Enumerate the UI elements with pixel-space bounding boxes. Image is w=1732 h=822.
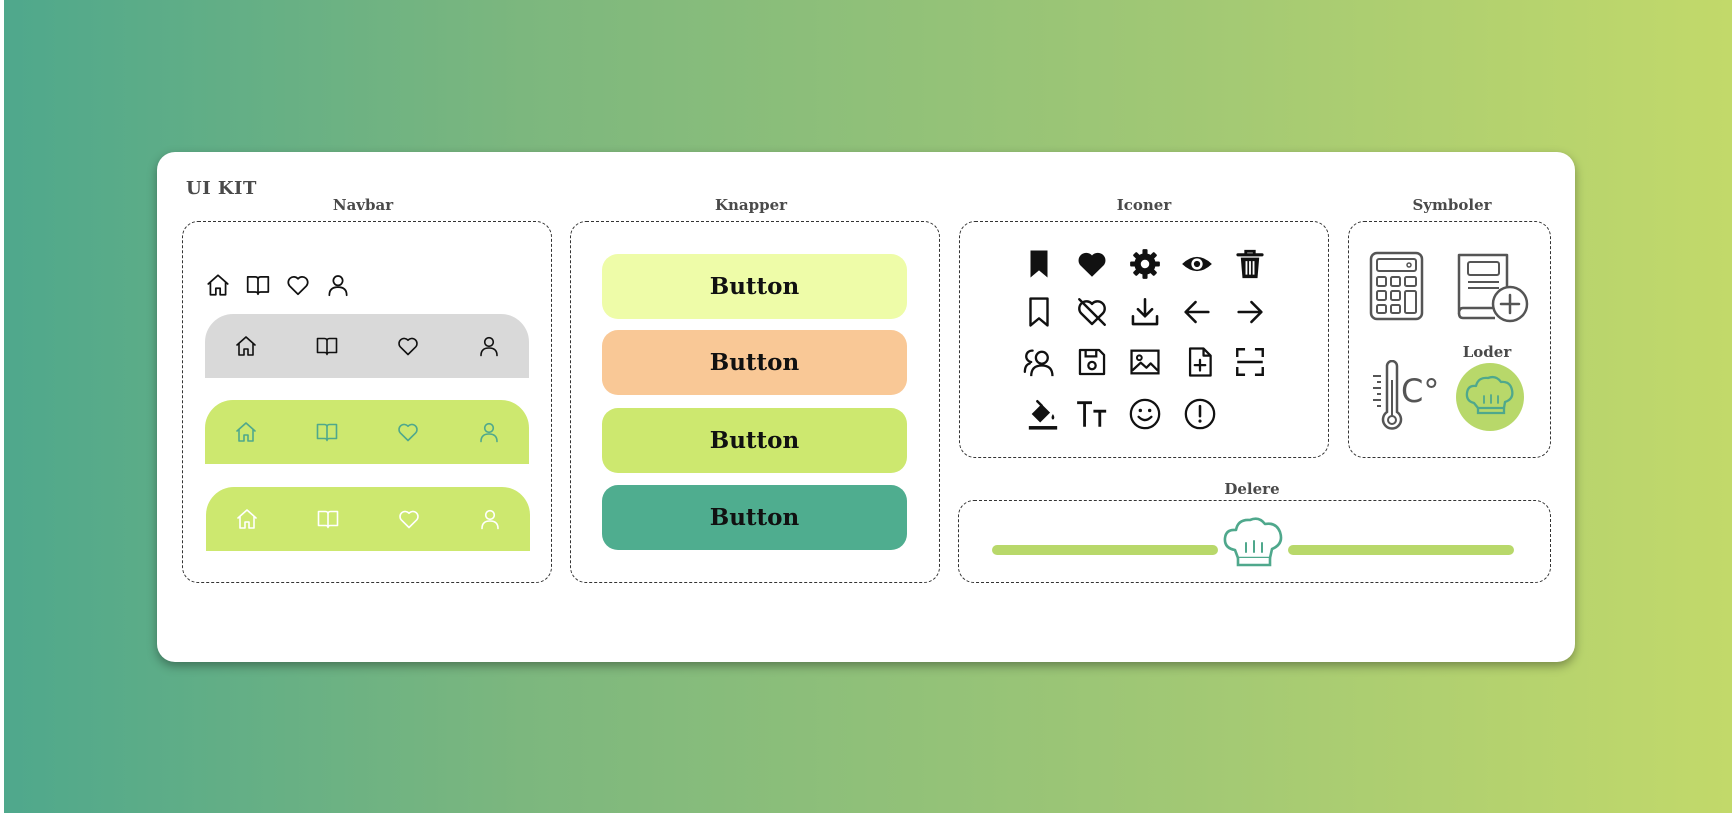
home-icon[interactable] (235, 507, 259, 531)
text-size-icon[interactable] (1075, 397, 1109, 431)
section-label-navbar: Navbar (332, 196, 394, 214)
chef-hat-icon (1465, 375, 1514, 415)
user-icon[interactable] (325, 272, 351, 298)
book-icon[interactable] (315, 420, 339, 444)
book-icon[interactable] (245, 272, 271, 298)
file-add-icon[interactable] (1183, 345, 1217, 379)
heart-off-icon[interactable] (1075, 295, 1109, 329)
heart-icon[interactable] (396, 420, 420, 444)
users-icon[interactable] (1022, 345, 1056, 379)
navbar-gray (205, 314, 529, 378)
navbar-plain (205, 272, 351, 298)
arrow-left-icon[interactable] (1180, 295, 1214, 329)
user-icon[interactable] (478, 507, 502, 531)
slider-track-left (992, 545, 1218, 555)
navbar-green-teal (205, 400, 529, 464)
temperature-unit: C° (1401, 372, 1440, 410)
button-peach[interactable]: Button (602, 330, 907, 395)
scan-icon[interactable] (1233, 345, 1267, 379)
thermometer-icon: C° (1369, 359, 1440, 430)
loader-spinner (1456, 363, 1524, 431)
book-icon[interactable] (316, 507, 340, 531)
section-label-buttons: Knapper (714, 196, 788, 214)
section-label-symbols: Symboler (1412, 196, 1492, 214)
user-icon[interactable] (477, 334, 501, 358)
heart-icon[interactable] (285, 272, 311, 298)
home-icon[interactable] (234, 334, 258, 358)
button-teal[interactable]: Button (602, 485, 907, 550)
add-recipe-book-icon (1455, 251, 1530, 323)
user-icon[interactable] (477, 420, 501, 444)
save-icon[interactable] (1075, 345, 1109, 379)
download-icon[interactable] (1128, 295, 1162, 329)
button-lime[interactable]: Button (602, 408, 907, 473)
eye-icon[interactable] (1180, 247, 1214, 281)
trash-icon[interactable] (1233, 247, 1267, 281)
slider-track-right (1288, 545, 1514, 555)
heart-icon[interactable] (396, 334, 420, 358)
button-light-yellow[interactable]: Button (602, 254, 907, 319)
navbar-green-white (206, 487, 530, 551)
image-icon[interactable] (1128, 345, 1162, 379)
section-label-divider: Delere (1224, 480, 1280, 498)
page-title: UI KIT (186, 178, 257, 199)
gear-icon[interactable] (1128, 247, 1162, 281)
home-icon[interactable] (205, 272, 231, 298)
section-label-icons: Iconer (1116, 196, 1172, 214)
home-icon[interactable] (234, 420, 258, 444)
calculator-icon (1369, 251, 1424, 321)
bookmark-outline-icon[interactable] (1022, 295, 1056, 329)
arrow-right-icon[interactable] (1233, 295, 1267, 329)
smiley-icon[interactable] (1128, 397, 1162, 431)
alert-circle-icon[interactable] (1183, 397, 1217, 431)
slider-thumb-chef-hat-icon[interactable] (1218, 512, 1290, 570)
paint-bucket-icon[interactable] (1026, 397, 1060, 431)
bookmark-filled-icon[interactable] (1022, 247, 1056, 281)
heart-filled-icon[interactable] (1075, 247, 1109, 281)
heart-icon[interactable] (397, 507, 421, 531)
book-icon[interactable] (315, 334, 339, 358)
